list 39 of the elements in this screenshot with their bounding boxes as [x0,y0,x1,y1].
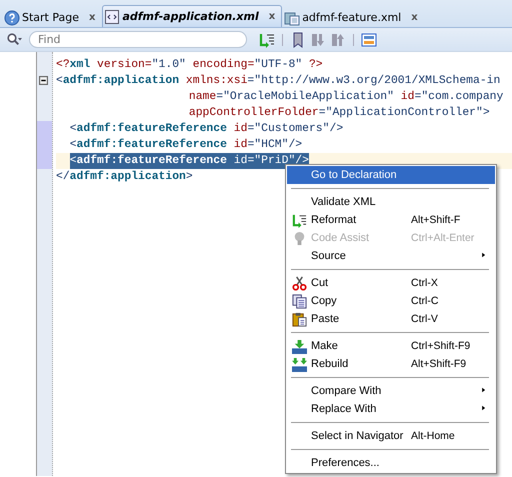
xml-file-icon [104,8,120,24]
search-field[interactable]: Find [29,31,247,48]
scissors-icon [292,276,306,290]
menu-item[interactable]: Copy Ctrl-C [287,292,495,310]
close-icon[interactable]: x [89,12,96,23]
code-line: <?xml version="1.0" encoding="UTF-8" ?> [56,58,323,73]
close-icon[interactable]: x [411,12,418,23]
reformat-icon[interactable] [259,32,275,48]
menu-item[interactable]: Select in Navigator Alt-Home [287,427,495,445]
code-line: <adfmf:application xmlns:xsi="http://www.w3.org/2001/XMLSchema-in [56,74,500,89]
editor-tab[interactable]: adfmf-feature.xml x [282,7,425,27]
build-icon [292,338,306,354]
menu-item[interactable]: Paste Ctrl-V [287,310,495,328]
reformat-icon [292,212,306,228]
menu-item[interactable]: Preferences... [287,454,495,472]
menu-item[interactable]: Rebuild Alt+Shift-F9 [287,355,495,373]
close-icon[interactable]: x [268,11,276,22]
editor-tab[interactable]: Start Page x [2,7,102,27]
menu-item[interactable]: Cut Ctrl-X [287,274,495,292]
clipboard-icon [292,312,306,326]
menu-item[interactable]: Reformat Alt+Shift-F [287,211,495,229]
code-line: appControllerFolder="ApplicationController"> [188,106,490,121]
code-line: <adfmf:featureReference id="HCM"/> [70,138,302,153]
menu-item[interactable]: Go to Declaration [287,166,495,184]
rebuild-icon [292,356,306,372]
code-line: <adfmf:featureReference id="Customers"/> [70,122,344,137]
menu-item[interactable]: Source [287,247,495,265]
feature-file-icon [284,10,300,26]
code-line: </adfmf:application> [56,170,193,185]
help-icon [4,10,20,26]
copy-icon [292,294,306,308]
code-line: name="OracleMobileApplication" id="com.company [188,90,504,105]
menu-item[interactable]: Make Ctrl+Shift-F9 [287,337,495,355]
editor-tab[interactable]: adfmf-application.xml x [102,5,282,27]
menu-item[interactable]: Validate XML [287,193,495,211]
collapse-icon[interactable] [39,76,48,85]
menu-item[interactable]: Replace With [287,400,495,418]
layout-icon[interactable] [361,32,377,48]
menu-item[interactable]: Compare With [287,382,495,400]
